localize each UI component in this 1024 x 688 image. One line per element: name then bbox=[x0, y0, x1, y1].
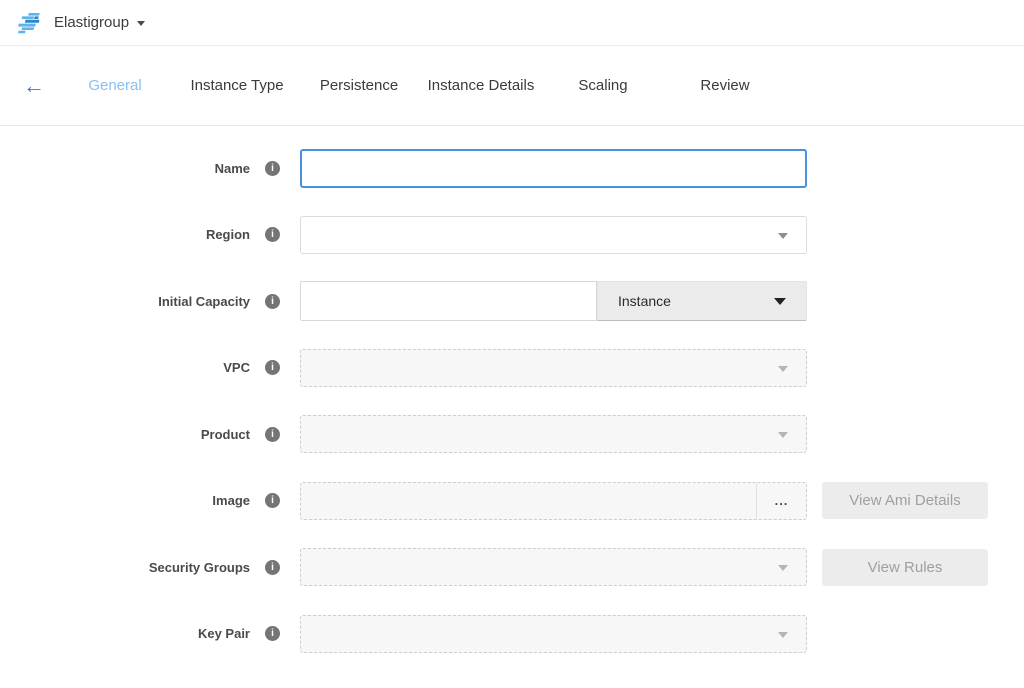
initial-capacity-input[interactable] bbox=[300, 281, 597, 321]
tab-instance-type[interactable]: Instance Type bbox=[176, 77, 298, 94]
wizard-tabs: General Instance Type Persistence Instan… bbox=[54, 77, 786, 94]
tab-review[interactable]: Review bbox=[664, 77, 786, 94]
info-icon[interactable]: i bbox=[265, 626, 280, 641]
chevron-down-icon bbox=[778, 565, 788, 571]
tab-persistence[interactable]: Persistence bbox=[298, 77, 420, 94]
chevron-down-icon bbox=[137, 21, 145, 26]
info-icon[interactable]: i bbox=[265, 427, 280, 442]
form-row-security-groups: Security Groups i View Rules bbox=[0, 547, 1024, 587]
view-rules-button: View Rules bbox=[822, 549, 988, 586]
security-groups-label: Security Groups bbox=[0, 560, 250, 575]
form-row-key-pair: Key Pair i bbox=[0, 614, 1024, 654]
region-select[interactable] bbox=[300, 216, 807, 254]
image-input: ... bbox=[300, 482, 807, 520]
form-row-image: Image i ... View Ami Details bbox=[0, 481, 1024, 521]
tab-instance-details[interactable]: Instance Details bbox=[420, 77, 542, 94]
vpc-label: VPC bbox=[0, 360, 250, 375]
security-groups-select bbox=[300, 548, 807, 586]
form-row-product: Product i bbox=[0, 414, 1024, 454]
chevron-down-icon bbox=[778, 233, 788, 239]
capacity-unit-value: Instance bbox=[618, 293, 671, 309]
info-icon[interactable]: i bbox=[265, 227, 280, 242]
info-icon[interactable]: i bbox=[265, 360, 280, 375]
form-row-vpc: VPC i bbox=[0, 348, 1024, 388]
tab-general[interactable]: General bbox=[54, 77, 176, 94]
info-icon[interactable]: i bbox=[265, 161, 280, 176]
initial-capacity-label: Initial Capacity bbox=[0, 294, 250, 309]
app-header: Elastigroup bbox=[0, 0, 1024, 46]
view-ami-details-button: View Ami Details bbox=[822, 482, 988, 519]
capacity-unit-select[interactable]: Instance bbox=[597, 281, 807, 321]
form-row-name: Name i bbox=[0, 148, 1024, 188]
vpc-select bbox=[300, 349, 807, 387]
wizard-tab-bar: ← General Instance Type Persistence Inst… bbox=[0, 46, 1024, 126]
name-label: Name bbox=[0, 161, 250, 176]
product-label: Product bbox=[0, 427, 250, 442]
chevron-down-icon bbox=[778, 432, 788, 438]
form-row-initial-capacity: Initial Capacity i Instance bbox=[0, 281, 1024, 321]
key-pair-label: Key Pair bbox=[0, 626, 250, 641]
chevron-down-icon bbox=[778, 632, 788, 638]
image-input-value bbox=[301, 483, 756, 519]
info-icon[interactable]: i bbox=[265, 294, 280, 309]
region-label: Region bbox=[0, 227, 250, 242]
info-icon[interactable]: i bbox=[265, 493, 280, 508]
form-row-region: Region i bbox=[0, 215, 1024, 255]
product-select bbox=[300, 415, 807, 453]
chevron-down-icon bbox=[774, 298, 786, 305]
product-switcher[interactable]: Elastigroup bbox=[16, 11, 145, 35]
chevron-down-icon bbox=[778, 366, 788, 372]
elastigroup-logo-icon bbox=[16, 11, 42, 35]
name-input[interactable] bbox=[300, 149, 807, 188]
image-label: Image bbox=[0, 493, 250, 508]
tab-scaling[interactable]: Scaling bbox=[542, 77, 664, 94]
general-settings-form: Name i Region i Initial Capacity i Insta… bbox=[0, 126, 1024, 654]
image-browse-button: ... bbox=[756, 483, 806, 519]
back-arrow-icon[interactable]: ← bbox=[14, 75, 54, 97]
info-icon[interactable]: i bbox=[265, 560, 280, 575]
product-name: Elastigroup bbox=[54, 14, 129, 31]
key-pair-select bbox=[300, 615, 807, 653]
